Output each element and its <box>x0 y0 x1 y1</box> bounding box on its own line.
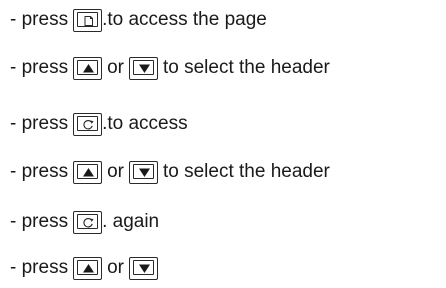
up-arrow-icon <box>73 256 103 280</box>
scroll-icon <box>73 112 103 136</box>
down-arrow-icon <box>128 56 158 80</box>
step-prefix: - press <box>10 9 69 30</box>
up-arrow-icon <box>73 160 103 184</box>
instruction-step-4: - press or to select the header <box>10 157 330 187</box>
instruction-step-5: - press . again <box>10 207 159 237</box>
up-arrow-icon <box>73 56 103 80</box>
step-or: or <box>107 161 124 182</box>
step-suffix: .to access <box>102 113 188 134</box>
instruction-step-3: - press .to access <box>10 109 188 139</box>
step-suffix: .to access the page <box>102 9 267 30</box>
step-prefix: - press <box>10 161 69 182</box>
instruction-list: - press .to access the page - press or t… <box>10 0 446 288</box>
step-prefix: - press <box>10 57 69 78</box>
scroll-icon <box>73 210 103 234</box>
step-prefix: - press <box>10 257 69 278</box>
instruction-step-6: - press or <box>10 253 158 283</box>
instruction-step-2: - press or to select the header <box>10 53 330 83</box>
step-suffix: to select the header <box>162 57 330 78</box>
step-suffix: . again <box>102 211 160 232</box>
step-or: or <box>107 57 124 78</box>
instruction-step-1: - press .to access the page <box>10 5 267 35</box>
page-icon <box>73 8 103 32</box>
down-arrow-icon <box>128 256 158 280</box>
down-arrow-icon <box>128 160 158 184</box>
step-prefix: - press <box>10 113 69 134</box>
step-prefix: - press <box>10 211 69 232</box>
step-suffix: to select the header <box>162 161 330 182</box>
step-or: or <box>107 257 124 278</box>
